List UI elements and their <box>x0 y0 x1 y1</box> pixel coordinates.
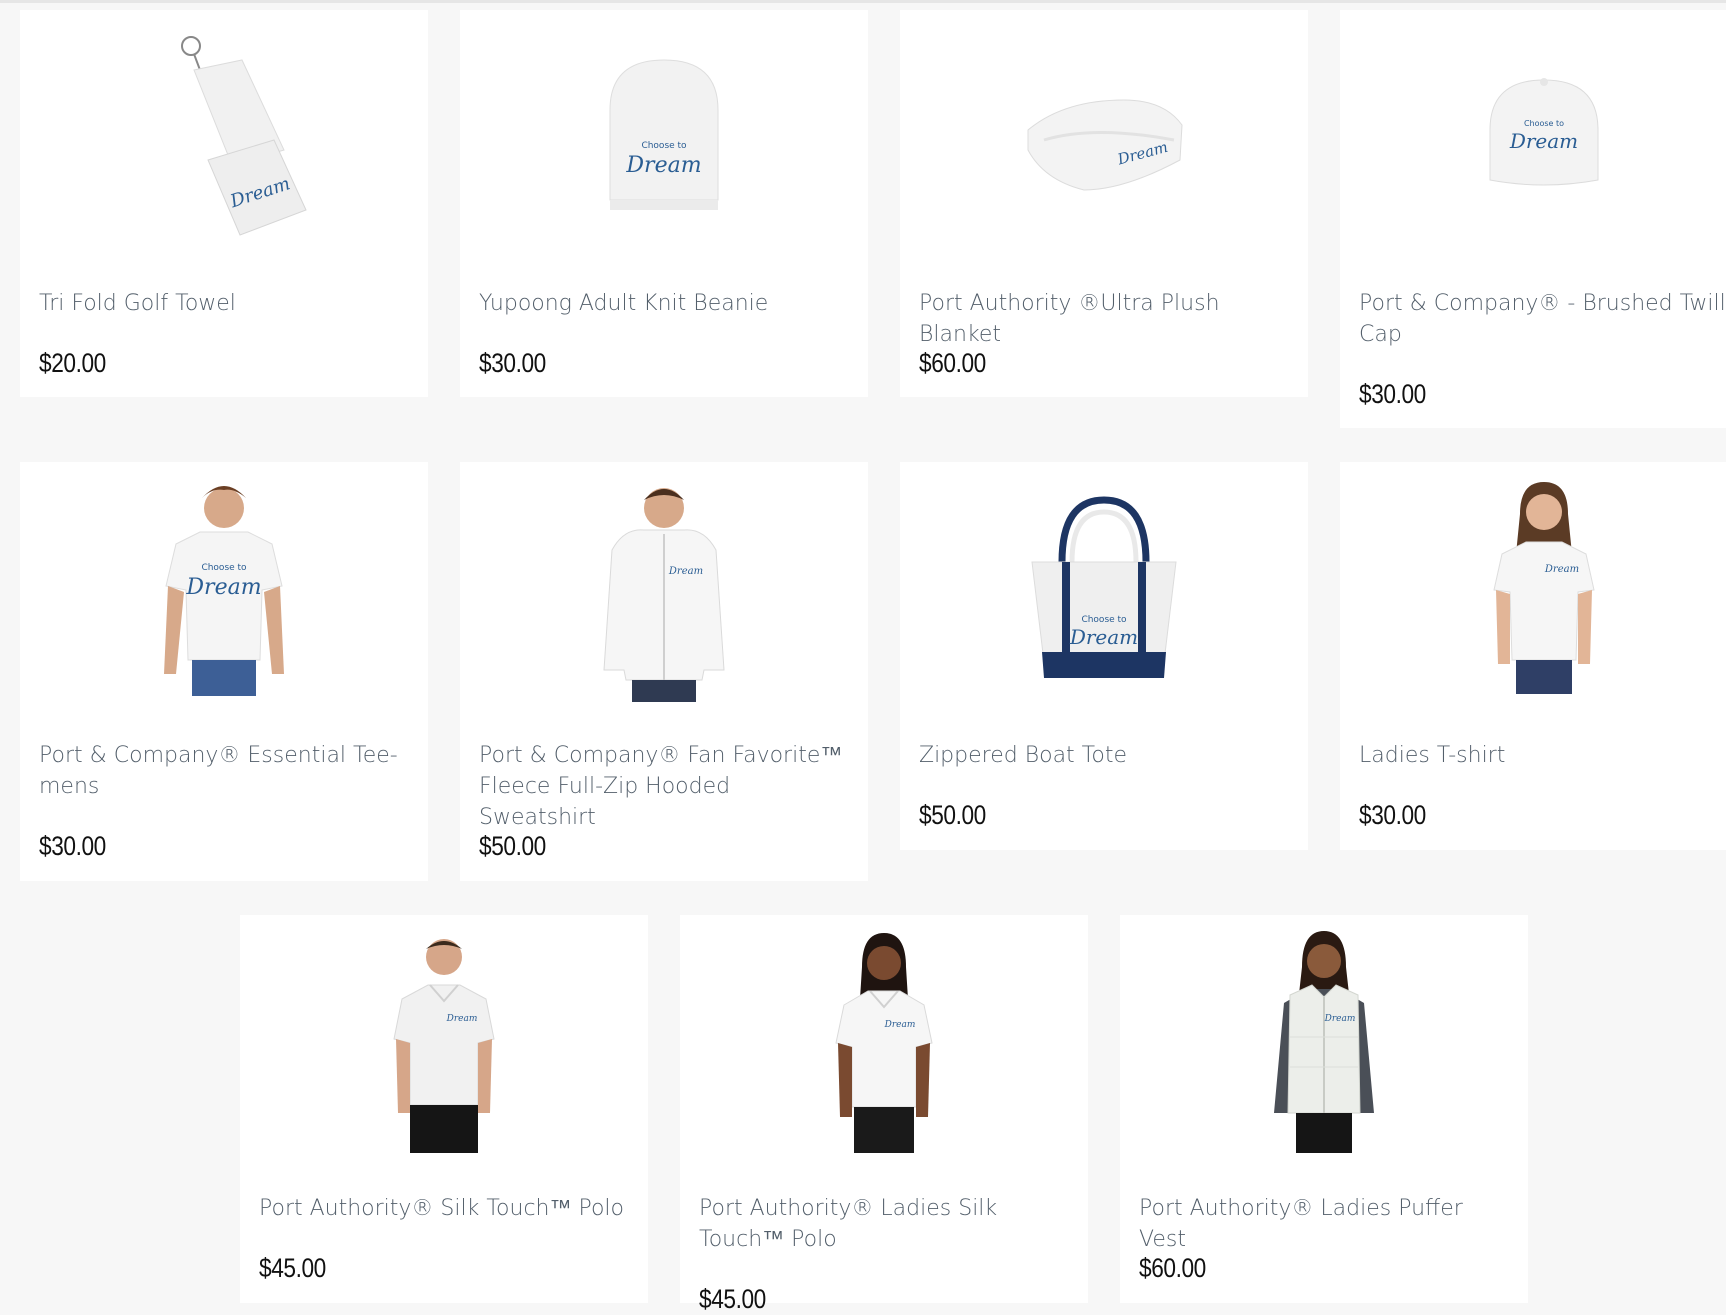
product-title[interactable]: Port Authority ®Ultra Plush Blanket <box>919 288 1291 350</box>
product-price: $20.00 <box>39 348 106 378</box>
product-card[interactable]: Dream Port Authority® Ladies Puffer Vest… <box>1120 915 1528 1303</box>
golf-towel-icon: Dream <box>20 22 428 258</box>
product-price: $30.00 <box>479 348 546 378</box>
product-card[interactable]: Choose to Dream Port & Company® - Brushe… <box>1340 10 1726 428</box>
product-title[interactable]: Port & Company® - Brushed Twill Cap <box>1359 288 1726 350</box>
product-title[interactable]: Port Authority® Ladies Puffer Vest <box>1139 1193 1511 1255</box>
svg-text:Dream: Dream <box>668 566 703 577</box>
ladies-tee-icon: Dream <box>1340 474 1726 710</box>
product-title[interactable]: Tri Fold Golf Towel <box>39 288 411 319</box>
product-title[interactable]: Port Authority® Silk Touch™ Polo <box>259 1193 631 1224</box>
product-title[interactable]: Port & Company® Fan Favorite™ Fleece Ful… <box>479 740 851 833</box>
product-card[interactable]: Dream Port Authority® Silk Touch™ Polo $… <box>240 915 648 1303</box>
product-card[interactable]: Choose to Dream Zippered Boat Tote $50.0… <box>900 462 1308 850</box>
svg-text:Choose to: Choose to <box>201 563 247 573</box>
product-price: $60.00 <box>1139 1253 1206 1283</box>
product-price: $45.00 <box>699 1284 766 1314</box>
product-price: $60.00 <box>919 348 986 378</box>
product-title[interactable]: Yupoong Adult Knit Beanie <box>479 288 851 319</box>
mens-polo-icon: Dream <box>240 927 648 1163</box>
product-price: $45.00 <box>259 1253 326 1283</box>
product-card[interactable]: Choose to Dream Port & Company® Essentia… <box>20 462 428 881</box>
svg-text:Dream: Dream <box>625 153 701 178</box>
product-title[interactable]: Zippered Boat Tote <box>919 740 1291 771</box>
product-card[interactable]: Choose to Dream Yupoong Adult Knit Beani… <box>460 10 868 397</box>
puffer-vest-icon: Dream <box>1120 927 1528 1163</box>
svg-text:Choose to: Choose to <box>1524 119 1564 128</box>
svg-text:Dream: Dream <box>185 575 261 600</box>
svg-text:Dream: Dream <box>884 1020 916 1030</box>
product-title[interactable]: Port Authority® Ladies Silk Touch™ Polo <box>699 1193 1071 1255</box>
ladies-polo-icon: Dream <box>680 927 1088 1163</box>
product-price: $30.00 <box>1359 379 1426 409</box>
svg-text:Dream: Dream <box>1509 129 1578 153</box>
product-title[interactable]: Ladies T-shirt <box>1359 740 1726 771</box>
product-price: $30.00 <box>39 831 106 861</box>
product-price: $50.00 <box>919 800 986 830</box>
beanie-icon: Choose to Dream <box>460 22 868 258</box>
svg-text:Dream: Dream <box>1324 1014 1356 1024</box>
product-title[interactable]: Port & Company® Essential Tee-mens <box>39 740 411 802</box>
mens-tee-icon: Choose to Dream <box>20 474 428 710</box>
svg-text:Dream: Dream <box>1544 564 1579 575</box>
product-card[interactable]: Dream Port Authority® Ladies Silk Touch™… <box>680 915 1088 1314</box>
blanket-icon: Dream <box>900 22 1308 258</box>
tote-bag-icon: Choose to Dream <box>900 474 1308 710</box>
product-card[interactable]: Dream Port & Company® Fan Favorite™ Flee… <box>460 462 868 881</box>
svg-text:Dream: Dream <box>1069 625 1138 649</box>
product-card[interactable]: Dream Port Authority ®Ultra Plush Blanke… <box>900 10 1308 397</box>
svg-text:Dream: Dream <box>446 1014 478 1024</box>
product-card[interactable]: Dream Tri Fold Golf Towel $20.00 <box>20 10 428 397</box>
svg-text:Choose to: Choose to <box>641 141 687 151</box>
svg-text:Choose to: Choose to <box>1081 615 1127 625</box>
top-rule <box>0 0 1726 3</box>
product-card[interactable]: Dream Ladies T-shirt $30.00 <box>1340 462 1726 850</box>
hoodie-icon: Dream <box>460 474 868 710</box>
cap-icon: Choose to Dream <box>1340 22 1726 258</box>
product-price: $50.00 <box>479 831 546 861</box>
product-price: $30.00 <box>1359 800 1426 830</box>
